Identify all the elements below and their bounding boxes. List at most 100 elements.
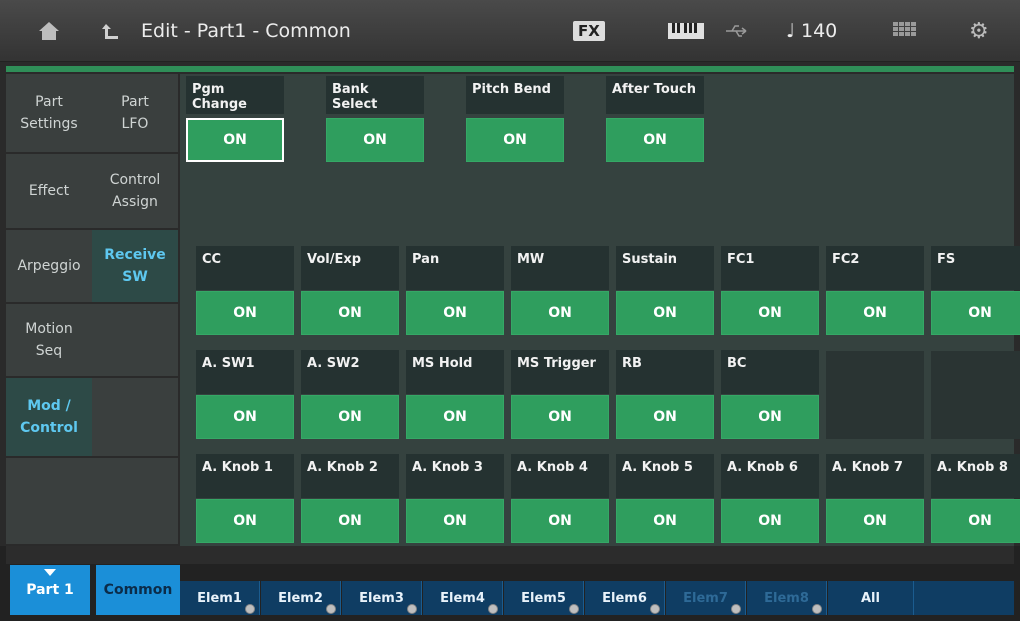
switch-vol-exp: Vol/Exp ON [301, 246, 399, 336]
element-tab-5[interactable]: Elem5 [504, 581, 584, 615]
a-knob-1-toggle[interactable]: ON [196, 499, 294, 543]
a-knob-6-toggle[interactable]: ON [721, 499, 819, 543]
switch-a-knob-5: A. Knob 5 ON [616, 454, 714, 544]
switch-label: Bank Select [326, 76, 424, 114]
pan-toggle[interactable]: ON [406, 291, 504, 335]
element-tab-1[interactable]: Elem1 [180, 581, 260, 615]
element-tab-2[interactable]: Elem2 [261, 581, 341, 615]
element-label: Elem4 [440, 590, 485, 606]
switch-a-sw1: A. SW1 ON [196, 350, 294, 440]
ms-trigger-toggle[interactable]: ON [511, 395, 609, 439]
switch-bc: BC ON [721, 350, 819, 440]
element-tab-8[interactable]: Elem8 [747, 581, 827, 615]
tempo-display[interactable]: ♩ 140 [786, 0, 837, 62]
tab-control-assign[interactable]: Control Assign [92, 154, 178, 230]
switch-a-knob-6: A. Knob 6 ON [721, 454, 819, 544]
tab-arpeggio[interactable]: Arpeggio [6, 230, 92, 304]
a-knob-4-toggle[interactable]: ON [511, 499, 609, 543]
switch-pgm-change: Pgm Change ON [186, 76, 284, 166]
element-label: Elem7 [683, 590, 728, 606]
switch-fc1: FC1 ON [721, 246, 819, 336]
element-tab-3[interactable]: Elem3 [342, 581, 422, 615]
page-title: Edit - Part1 - Common [141, 20, 351, 42]
tab-empty-4 [92, 458, 178, 546]
pitch-bend-toggle[interactable]: ON [466, 118, 564, 162]
a-knob-7-toggle[interactable]: ON [826, 499, 924, 543]
common-tab[interactable]: Common [96, 565, 180, 615]
part-label: Part 1 [26, 582, 74, 598]
switch-label: MW [511, 246, 609, 290]
a-knob-2-toggle[interactable]: ON [301, 499, 399, 543]
element-tab-4[interactable]: Elem4 [423, 581, 503, 615]
element-label: Elem3 [359, 590, 404, 606]
fc1-toggle[interactable]: ON [721, 291, 819, 335]
a-sw1-toggle[interactable]: ON [196, 395, 294, 439]
switch-sustain: Sustain ON [616, 246, 714, 336]
element-status-dot-icon [650, 604, 660, 614]
a-knob-3-toggle[interactable]: ON [406, 499, 504, 543]
switch-a-knob-3: A. Knob 3 ON [406, 454, 504, 544]
bottom-part-bar: Part 1 Common Elem1 Elem2 Elem3 Elem4 El… [0, 546, 1020, 621]
rb-toggle[interactable]: ON [616, 395, 714, 439]
tab-motion-seq[interactable]: Motion Seq [6, 304, 92, 378]
gear-icon[interactable]: ⚙ [969, 0, 989, 62]
dropdown-arrow-icon [44, 569, 56, 576]
tab-mod-control[interactable]: Mod / Control [6, 378, 92, 458]
fc2-toggle[interactable]: ON [826, 291, 924, 335]
pgm-change-toggle[interactable]: ON [186, 118, 284, 162]
bottom-strip [6, 546, 1014, 564]
switch-label: After Touch [606, 76, 704, 114]
mw-toggle[interactable]: ON [511, 291, 609, 335]
element-status-dot-icon [812, 604, 822, 614]
back-arrow-icon[interactable] [100, 0, 120, 62]
element-status-dot-icon [569, 604, 579, 614]
bank-select-toggle[interactable]: ON [326, 118, 424, 162]
a-knob-5-toggle[interactable]: ON [616, 499, 714, 543]
sustain-toggle[interactable]: ON [616, 291, 714, 335]
element-label: Elem6 [602, 590, 647, 606]
vol-exp-toggle[interactable]: ON [301, 291, 399, 335]
cc-toggle[interactable]: ON [196, 291, 294, 335]
header-bar: Edit - Part1 - Common FX ♩ 140 ⚙ [0, 0, 1020, 62]
switch-label: FS [931, 246, 1020, 290]
home-icon[interactable] [38, 0, 60, 62]
part-select-tab[interactable]: Part 1 [10, 565, 90, 615]
empty-slot [826, 351, 924, 439]
fx-indicator[interactable]: FX [573, 0, 605, 62]
tab-empty-1 [6, 458, 92, 546]
switch-label: Pgm Change [186, 76, 284, 114]
element-status-dot-icon [731, 604, 741, 614]
grid-icon[interactable] [893, 0, 917, 62]
element-label: Elem5 [521, 590, 566, 606]
switch-label: Vol/Exp [301, 246, 399, 290]
element-label: Elem1 [197, 590, 242, 606]
a-sw2-toggle[interactable]: ON [301, 395, 399, 439]
switch-a-sw2: A. SW2 ON [301, 350, 399, 440]
switch-label: Sustain [616, 246, 714, 290]
switch-label: A. Knob 6 [721, 454, 819, 498]
switch-a-knob-8: A. Knob 8 ON [931, 454, 1020, 544]
bc-toggle[interactable]: ON [721, 395, 819, 439]
ms-hold-toggle[interactable]: ON [406, 395, 504, 439]
switch-a-knob-4: A. Knob 4 ON [511, 454, 609, 544]
fs-toggle[interactable]: ON [931, 291, 1020, 335]
element-tab-7[interactable]: Elem7 [666, 581, 746, 615]
switch-label: A. Knob 2 [301, 454, 399, 498]
after-touch-toggle[interactable]: ON [606, 118, 704, 162]
tab-effect[interactable]: Effect [6, 154, 92, 230]
tab-part-settings[interactable]: Part Settings [6, 74, 92, 154]
switch-label: FC1 [721, 246, 819, 290]
switch-pitch-bend: Pitch Bend ON [466, 76, 564, 166]
switch-label: A. SW1 [196, 350, 294, 394]
switch-a-knob-7: A. Knob 7 ON [826, 454, 924, 544]
switch-label: A. SW2 [301, 350, 399, 394]
a-knob-8-toggle[interactable]: ON [931, 499, 1020, 543]
keyboard-icon[interactable] [668, 0, 704, 62]
element-tab-all[interactable]: All [828, 581, 914, 615]
switch-label: A. Knob 8 [931, 454, 1020, 498]
top-accent-bar [6, 66, 1014, 72]
tab-receive-sw[interactable]: Receive SW [92, 230, 178, 304]
element-tab-6[interactable]: Elem6 [585, 581, 665, 615]
switch-pan: Pan ON [406, 246, 504, 336]
tab-part-lfo[interactable]: Part LFO [92, 74, 178, 154]
